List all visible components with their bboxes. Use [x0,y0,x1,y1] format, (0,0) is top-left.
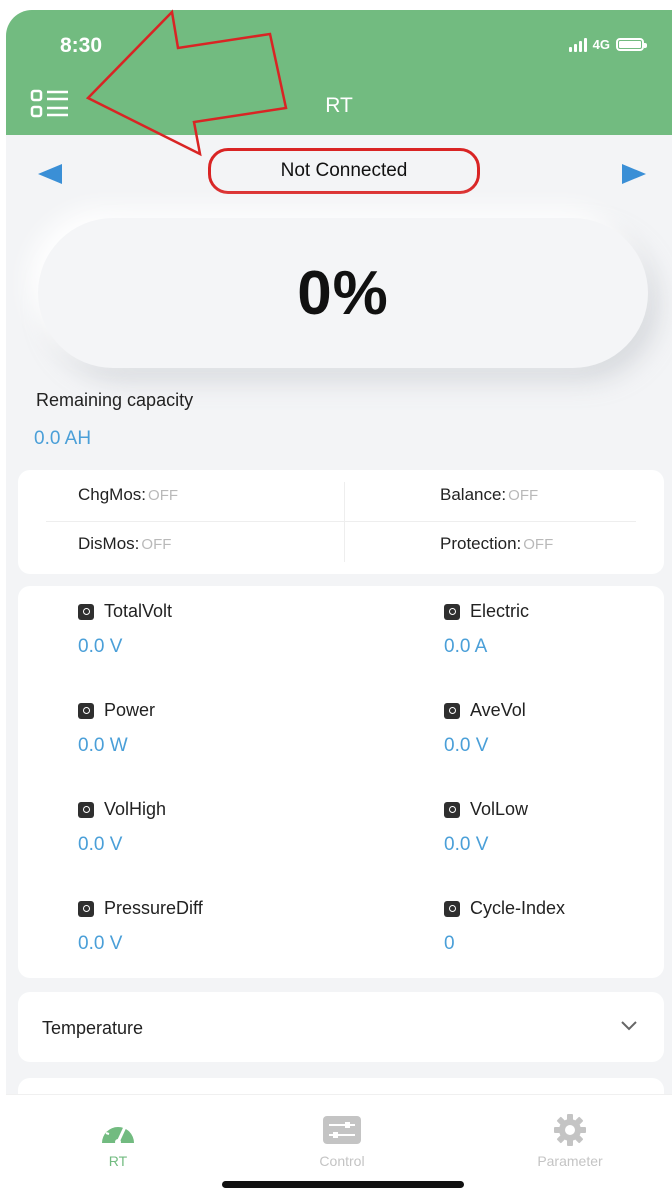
tab-label: Parameter [537,1153,603,1169]
previous-device-button[interactable] [36,162,66,186]
chevron-down-icon [621,1021,637,1031]
dis-mos-value: OFF [141,536,172,553]
page-title: RT [325,94,353,117]
temperature-label: Temperature [42,1018,144,1038]
network-type: 4G [592,37,610,52]
app-screen: 8:30 4G RT Not Connected 0% Remaining ca… [6,10,672,1203]
metric-ave-vol: AveVol 0.0 V [444,700,526,757]
average-voltage-icon [444,702,460,719]
balance-status: Balance: OFF [440,485,538,505]
divider [46,521,636,522]
metric-value: 0.0 V [444,834,489,855]
chg-mos-status: ChgMos: OFF [78,485,178,505]
status-indicators: 4G [568,37,647,52]
sliders-icon [323,1116,361,1144]
mos-status-card: ChgMos: OFF Balance: OFF DisMos: OFF Protec… [18,470,664,574]
high-voltage-icon [78,801,94,818]
metric-vol-high: VolHigh 0.0 V [78,799,166,856]
app-header: 8:30 4G RT [6,10,672,135]
metric-label: PressureDiff [104,898,203,918]
metric-value: 0.0 V [444,735,489,756]
temperature-section[interactable]: Temperature [18,992,664,1062]
metric-total-volt: TotalVolt 0.0 V [78,601,172,658]
metric-label: VolLow [470,799,529,819]
metric-electric: Electric 0.0 A [444,601,529,658]
gauge-icon [102,1121,134,1145]
metric-label: TotalVolt [104,601,173,621]
remaining-capacity-label: Remaining capacity [36,390,194,410]
cycle-icon [444,900,460,917]
metric-label: Electric [470,601,530,621]
metric-label: Power [104,700,156,720]
protection-label: Protection: [440,534,522,553]
metric-power: Power 0.0 W [78,700,155,757]
connection-status[interactable]: Not Connected [208,148,480,194]
metrics-card: TotalVolt 0.0 V Electric 0.0 A Power 0.0… [18,586,664,978]
tab-label: RT [108,1153,128,1169]
metric-label: VolHigh [104,799,167,819]
metric-cycle-index: Cycle-Index 0 [444,898,565,955]
voltage-icon [78,603,94,620]
home-indicator [222,1181,464,1188]
phone-frame: 8:30 4G RT Not Connected 0% Remaining ca… [0,0,672,1203]
tab-rt[interactable]: RT [48,1113,188,1169]
divider [344,482,345,562]
chg-mos-label: ChgMos: [78,485,147,504]
metric-label: AveVol [470,700,526,720]
metric-value: 0 [444,933,455,954]
metric-vol-low: VolLow 0.0 V [444,799,528,856]
low-voltage-icon [444,801,460,818]
battery-icon [616,38,647,51]
balance-label: Balance: [440,485,507,504]
metric-value: 0.0 W [78,735,128,756]
protection-status: Protection: OFF [440,534,553,554]
tab-control[interactable]: Control [272,1113,412,1169]
chg-mos-value: OFF [148,487,179,504]
triangle-left-icon [38,164,62,184]
tab-parameter[interactable]: Parameter [500,1113,640,1169]
metric-pressure-diff: PressureDiff 0.0 V [78,898,203,955]
dis-mos-label: DisMos: [78,534,140,553]
triangle-right-icon [622,164,646,184]
status-time: 8:30 [60,34,103,57]
signal-icon [568,37,587,52]
metric-value: 0.0 V [78,933,123,954]
next-device-button[interactable] [618,162,648,186]
soc-display: 0% [38,218,648,368]
metric-value: 0.0 V [78,636,123,657]
remaining-capacity-value: 0.0 AH [34,428,92,449]
pressure-diff-icon [78,900,94,917]
current-icon [444,603,460,620]
dis-mos-status: DisMos: OFF [78,534,171,554]
balance-value: OFF [508,487,539,504]
metric-value: 0.0 A [444,636,488,657]
protection-value: OFF [523,536,554,553]
metric-label: Cycle-Index [470,898,566,918]
soc-value: 0% [297,258,389,328]
power-icon [78,702,94,719]
gear-icon [554,1114,586,1146]
metric-value: 0.0 V [78,834,123,855]
tab-label: Control [319,1153,365,1169]
